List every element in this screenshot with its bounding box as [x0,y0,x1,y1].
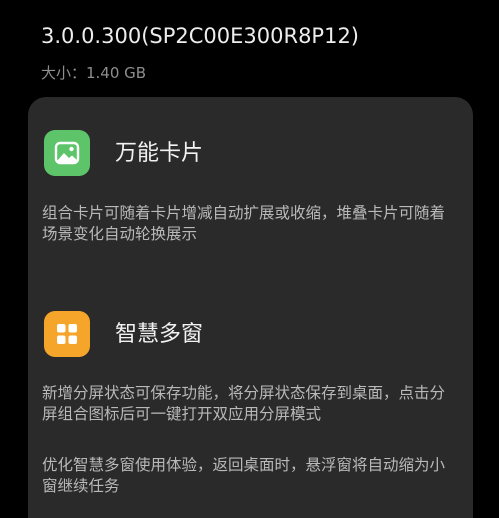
feature-description: 组合卡片可随着卡片增减自动扩展或收缩，堆叠卡片可随着场景变化自动轮换展示 [42,204,446,243]
feature-description: 新增分屏状态可保存功能，将分屏状态保存到桌面，点击分屏组合图标后可一键打开双应用… [42,384,446,423]
grid-windows-icon [44,311,90,357]
feature-title-smart-multiwindow: 智慧多窗 [115,322,204,347]
feature-description: 优化智慧多窗使用体验，返回桌面时，悬浮窗将自动缩为小窗继续任务 [42,456,446,495]
package-size-text: 大小：1.40 GB [41,64,147,82]
version-text: 3.0.0.300(SP2C00E300R8P12) [41,24,360,48]
image-card-icon [44,130,90,176]
update-notes-card: 万能卡片 组合卡片可随着卡片增减自动扩展或收缩，堆叠卡片可随着场景变化自动轮换展… [28,97,473,518]
feature-title-universal-cards: 万能卡片 [115,141,204,166]
